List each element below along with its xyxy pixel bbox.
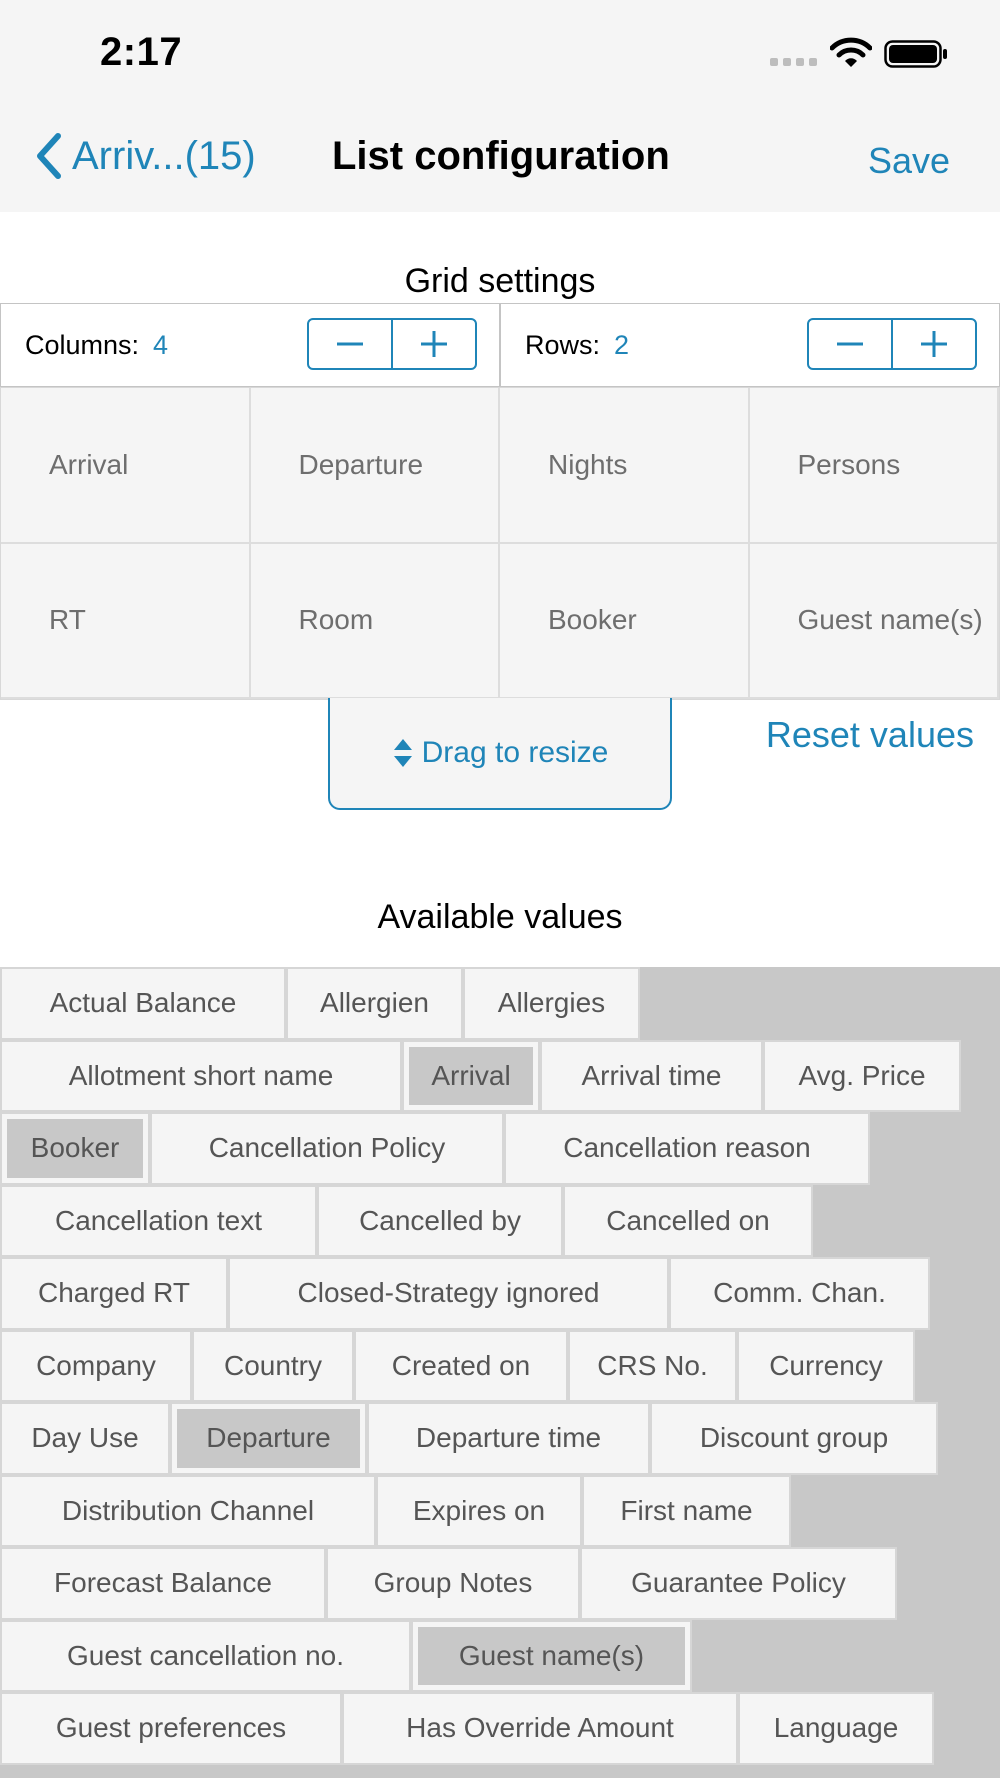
value-chip-selected[interactable]: Booker <box>0 1112 150 1185</box>
value-chip[interactable]: Forecast Balance <box>0 1547 326 1620</box>
available-values-row: Company Country Created on CRS No. Currency <box>0 1329 1000 1402</box>
available-values-row: Booker Cancellation Policy Cancellation re… <box>0 1112 1000 1185</box>
value-chip[interactable]: Has Override Amount <box>342 1692 738 1765</box>
value-chip[interactable]: Country <box>192 1329 354 1402</box>
rows-setting: Rows: 2 <box>499 304 999 386</box>
available-values-row: Guest preferences Has Override Amount Lang… <box>0 1692 1000 1765</box>
wifi-icon <box>830 37 872 67</box>
available-values-list: Actual Balance Allergien Allergies Allotmen… <box>0 967 1000 1778</box>
status-time: 2:17 <box>100 30 183 74</box>
grid-preview: Arrival Departure Nights Persons RT Room… <box>0 387 1000 700</box>
value-chip[interactable]: Created on <box>354 1329 568 1402</box>
rows-increment-button[interactable] <box>891 320 975 368</box>
columns-increment-button[interactable] <box>391 320 475 368</box>
columns-stepper <box>307 318 477 370</box>
cellular-signal-icon <box>770 58 817 66</box>
value-chip[interactable]: Currency <box>737 1329 915 1402</box>
grid-cell[interactable]: Room <box>250 543 500 699</box>
available-values-row: Allotment short name Arrival Arrival time A… <box>0 1039 1000 1112</box>
value-chip[interactable]: Actual Balance <box>0 967 286 1040</box>
value-chip[interactable]: Discount group <box>650 1402 938 1475</box>
columns-setting: Columns: 4 <box>1 304 499 386</box>
navigation-bar: Arriv...(15) List configuration Save <box>0 100 1000 212</box>
grid-cell[interactable]: Arrival <box>1 388 251 544</box>
value-chip[interactable]: Day Use <box>0 1402 170 1475</box>
value-chip[interactable]: Expires on <box>376 1474 582 1547</box>
value-chip-selected[interactable]: Arrival <box>402 1039 540 1112</box>
value-chip[interactable]: Allergies <box>463 967 640 1040</box>
value-chip[interactable]: Allergien <box>286 967 463 1040</box>
rows-label: Rows: <box>525 329 601 360</box>
battery-icon <box>884 40 947 68</box>
value-chip-selected[interactable]: Departure <box>170 1402 367 1475</box>
rows-stepper <box>807 318 977 370</box>
value-chip[interactable]: CRS No. <box>568 1329 737 1402</box>
grid-cell[interactable]: Persons <box>749 388 999 544</box>
columns-value: 4 <box>153 329 169 360</box>
grid-cell[interactable]: RT <box>1 543 251 699</box>
available-values-row: Cancellation text Cancelled by Cancelled o… <box>0 1184 1000 1257</box>
value-chip[interactable]: Guest cancellation no. <box>0 1619 411 1692</box>
grid-cell[interactable]: Departure <box>250 388 500 544</box>
available-values-row: Forecast Balance Group Notes Guarantee Pol… <box>0 1547 1000 1620</box>
value-chip[interactable]: Guest preferences <box>0 1692 342 1765</box>
columns-label: Columns: <box>25 329 140 360</box>
plus-icon <box>421 331 447 357</box>
minus-icon <box>337 342 363 346</box>
minus-icon <box>837 342 863 346</box>
value-chip[interactable]: Cancelled by <box>317 1184 563 1257</box>
value-chip[interactable]: Language <box>738 1692 934 1765</box>
value-chip[interactable]: Comm. Chan. <box>669 1257 930 1330</box>
back-button[interactable]: Arriv...(15) <box>32 130 256 182</box>
value-chip[interactable]: Guarantee Policy <box>580 1547 897 1620</box>
value-chip[interactable]: Cancelled on <box>563 1184 813 1257</box>
value-chip[interactable]: Departure time <box>367 1402 650 1475</box>
grid-settings-title: Grid settings <box>404 262 596 300</box>
value-chip[interactable]: Arrival time <box>540 1039 763 1112</box>
drag-to-resize-handle[interactable]: Drag to resize <box>328 698 672 810</box>
columns-decrement-button[interactable] <box>309 320 391 368</box>
rows-decrement-button[interactable] <box>809 320 891 368</box>
status-bar: 2:17 <box>0 0 1000 100</box>
available-values-title: Available values <box>377 898 623 936</box>
page-title: List configuration <box>332 134 670 178</box>
value-chip[interactable]: First name <box>582 1474 791 1547</box>
available-values-row: Guest cancellation no. Guest name(s) <box>0 1619 1000 1692</box>
grid-cell[interactable]: Booker <box>500 543 750 699</box>
grid-settings-row: Columns: 4 Rows: 2 <box>0 303 1000 387</box>
value-chip[interactable]: Distribution Channel <box>0 1474 376 1547</box>
plus-icon <box>921 331 947 357</box>
value-chip[interactable]: Cancellation Policy <box>150 1112 504 1185</box>
value-chip[interactable]: Charged RT <box>0 1257 228 1330</box>
grid-cell[interactable]: Nights <box>500 388 750 544</box>
reset-values-button[interactable]: Reset values <box>766 714 974 756</box>
available-values-row: Actual Balance Allergien Allergies <box>0 967 1000 1040</box>
value-chip[interactable]: Cancellation text <box>0 1184 317 1257</box>
value-chip[interactable]: Closed-Strategy ignored <box>228 1257 669 1330</box>
value-chip[interactable]: Cancellation reason <box>504 1112 870 1185</box>
back-button-label: Arriv...(15) <box>72 133 256 178</box>
drag-to-resize-label: Drag to resize <box>421 736 609 769</box>
value-chip[interactable]: Company <box>0 1329 192 1402</box>
grid-cell[interactable]: Guest name(s) <box>749 543 999 699</box>
rows-value: 2 <box>614 329 630 360</box>
chevron-left-icon <box>37 133 61 179</box>
save-button[interactable]: Save <box>868 140 950 182</box>
value-chip[interactable]: Group Notes <box>326 1547 580 1620</box>
available-values-row: Charged RT Closed-Strategy ignored Comm. C… <box>0 1257 1000 1330</box>
value-chip-selected[interactable]: Guest name(s) <box>411 1619 692 1692</box>
resize-arrows-icon <box>393 739 412 767</box>
value-chip[interactable]: Avg. Price <box>763 1039 961 1112</box>
available-values-row: Distribution Channel Expires on First name <box>0 1474 1000 1547</box>
value-chip[interactable]: Allotment short name <box>0 1039 402 1112</box>
available-values-row: Day Use Departure Departure time Discount g… <box>0 1402 1000 1475</box>
